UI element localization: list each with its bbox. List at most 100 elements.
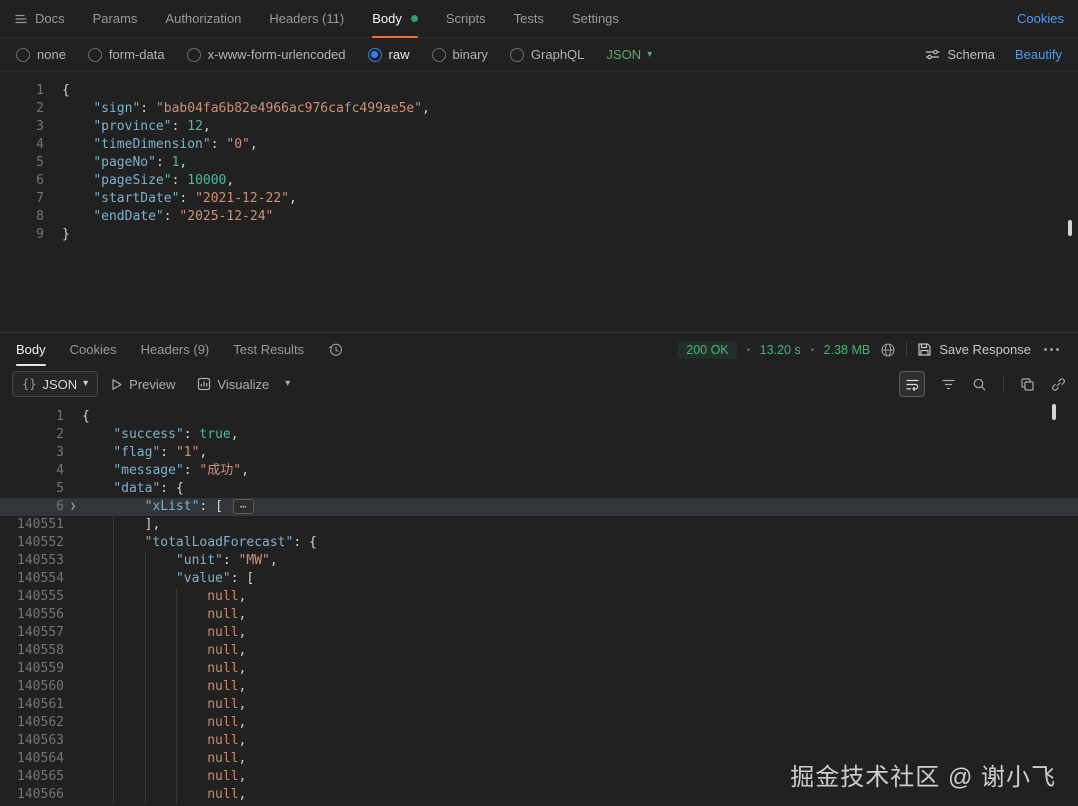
code-line[interactable]: 2 "sign": "bab04fa6b82e4966ac976cafc499a… (0, 100, 1078, 118)
more-options-icon[interactable] (1041, 348, 1062, 351)
save-response-button[interactable]: Save Response (917, 342, 1031, 357)
tab-headers[interactable]: Headers (11) (269, 0, 344, 37)
fold-column (64, 426, 82, 444)
tab-label: Headers (9) (140, 342, 210, 357)
code-line[interactable]: 3 "flag": "1", (0, 444, 1078, 462)
word-wrap-toggle[interactable] (899, 371, 925, 397)
fold-column (64, 642, 82, 660)
code-line[interactable]: 140555 null, (0, 588, 1078, 606)
code-line[interactable]: 140561 null, (0, 696, 1078, 714)
code-line[interactable]: 140563 null, (0, 732, 1078, 750)
response-toolbar: {} JSON ▾ Preview Visualize ▾ (0, 366, 1078, 402)
tab-label: Body (16, 342, 46, 357)
response-format-select[interactable]: {} JSON ▾ (12, 371, 99, 397)
code-line[interactable]: 140553 "unit": "MW", (0, 552, 1078, 570)
radio-raw[interactable]: raw (367, 47, 410, 62)
radio-none[interactable]: none (16, 47, 66, 62)
response-history-icon[interactable] (328, 333, 344, 366)
response-tab-test-results[interactable]: Test Results (233, 333, 304, 366)
code-line[interactable]: 1{ (0, 82, 1078, 100)
beautify-button[interactable]: Beautify (1015, 47, 1062, 62)
indent-guide (144, 642, 146, 660)
response-tab-cookies[interactable]: Cookies (70, 333, 117, 366)
visualize-icon (197, 377, 211, 391)
code-line[interactable]: 6 ❯ "xList": [⋯ (0, 498, 1078, 516)
tab-settings[interactable]: Settings (572, 0, 619, 37)
indent-guide (175, 606, 177, 624)
code-line[interactable]: 140556 null, (0, 606, 1078, 624)
link-icon[interactable] (1051, 377, 1066, 392)
code-text: null, (82, 714, 1078, 732)
cookies-link[interactable]: Cookies (1017, 11, 1064, 26)
preview-button[interactable]: Preview (100, 371, 185, 397)
visualize-button[interactable]: Visualize (187, 371, 279, 397)
code-text: "sign": "bab04fa6b82e4966ac976cafc499ae5… (93, 101, 430, 116)
response-scrollbar-thumb[interactable] (1052, 404, 1056, 420)
radio-form-data[interactable]: form-data (87, 47, 165, 62)
code-line[interactable]: 9} (0, 226, 1078, 244)
code-text: "xList": [⋯ (82, 498, 1078, 516)
indent-guide (113, 750, 115, 768)
radio-x-www-form-urlencoded[interactable]: x-www-form-urlencoded (186, 47, 346, 62)
visualize-dropdown-caret[interactable]: ▾ (281, 371, 294, 397)
code-line[interactable]: 140562 null, (0, 714, 1078, 732)
tab-scripts[interactable]: Scripts (446, 0, 486, 37)
line-number: 140563 (17, 733, 64, 748)
response-tab-headers[interactable]: Headers (9) (141, 333, 210, 366)
code-line[interactable]: 140552 "totalLoadForecast": { (0, 534, 1078, 552)
network-globe-icon[interactable] (880, 342, 896, 358)
code-text: null, (82, 696, 1078, 714)
code-line[interactable]: 1{ (0, 408, 1078, 426)
indent-guide (113, 624, 115, 642)
docs-icon (14, 12, 28, 26)
radio-binary[interactable]: binary (431, 47, 488, 62)
schema-button[interactable]: Schema (925, 47, 995, 62)
indent-guide (113, 642, 115, 660)
code-line[interactable]: 140559 null, (0, 660, 1078, 678)
body-modified-dot (410, 15, 418, 22)
filter-icon[interactable] (941, 377, 956, 392)
tab-docs[interactable]: Docs (14, 0, 65, 37)
indent-guide (175, 768, 177, 786)
indent-guide (144, 588, 146, 606)
response-tab-body[interactable]: Body (16, 333, 46, 366)
indent-guide (113, 696, 115, 714)
code-line[interactable]: 2 "success": true, (0, 426, 1078, 444)
tab-authorization[interactable]: Authorization (165, 0, 241, 37)
radio-graphql[interactable]: GraphQL (509, 47, 584, 62)
code-line[interactable]: 5 "data": { (0, 480, 1078, 498)
tab-body[interactable]: Body (372, 0, 418, 38)
code-text: "success": true, (113, 427, 239, 442)
code-line[interactable]: 140557 null, (0, 624, 1078, 642)
code-line[interactable]: 4 "message": "成功", (0, 462, 1078, 480)
code-line[interactable]: 5 "pageNo": 1, (0, 154, 1078, 172)
code-line[interactable]: 140560 null, (0, 678, 1078, 696)
divider (1003, 376, 1004, 392)
tab-params[interactable]: Params (93, 0, 138, 37)
response-header: Body Cookies Headers (9) Test Results 20… (0, 332, 1078, 366)
raw-language-select[interactable]: JSON ▾ (606, 47, 652, 62)
tab-tests[interactable]: Tests (514, 0, 544, 37)
collapsed-content-badge[interactable]: ⋯ (232, 499, 254, 514)
request-scrollbar-thumb[interactable] (1068, 220, 1072, 236)
response-body-editor[interactable]: 1{2 "success": true, 3 "flag": "1", 4 "mes… (0, 402, 1078, 806)
code-line[interactable]: 140558 null, (0, 642, 1078, 660)
indent-guide (113, 552, 115, 570)
fold-column (64, 480, 82, 498)
indent-guide (144, 732, 146, 750)
tab-label: Params (92, 11, 138, 26)
indent-guide (113, 570, 115, 588)
code-line[interactable]: 140554 "value": [ (0, 570, 1078, 588)
fold-arrow-icon[interactable]: ❯ (64, 498, 82, 516)
status-badge: 200 OK (678, 340, 737, 359)
code-line[interactable]: 8 "endDate": "2025-12-24" (0, 208, 1078, 226)
search-icon[interactable] (972, 377, 987, 392)
code-line[interactable]: 7 "startDate": "2021-12-22", (0, 190, 1078, 208)
code-line[interactable]: 140551 ], (0, 516, 1078, 534)
copy-icon[interactable] (1020, 377, 1035, 392)
code-line[interactable]: 6 "pageSize": 10000, (0, 172, 1078, 190)
code-line[interactable]: 4 "timeDimension": "0", (0, 136, 1078, 154)
request-body-editor[interactable]: 1{2 "sign": "bab04fa6b82e4966ac976cafc49… (0, 72, 1078, 332)
code-line[interactable]: 3 "province": 12, (0, 118, 1078, 136)
fold-column (64, 516, 82, 534)
